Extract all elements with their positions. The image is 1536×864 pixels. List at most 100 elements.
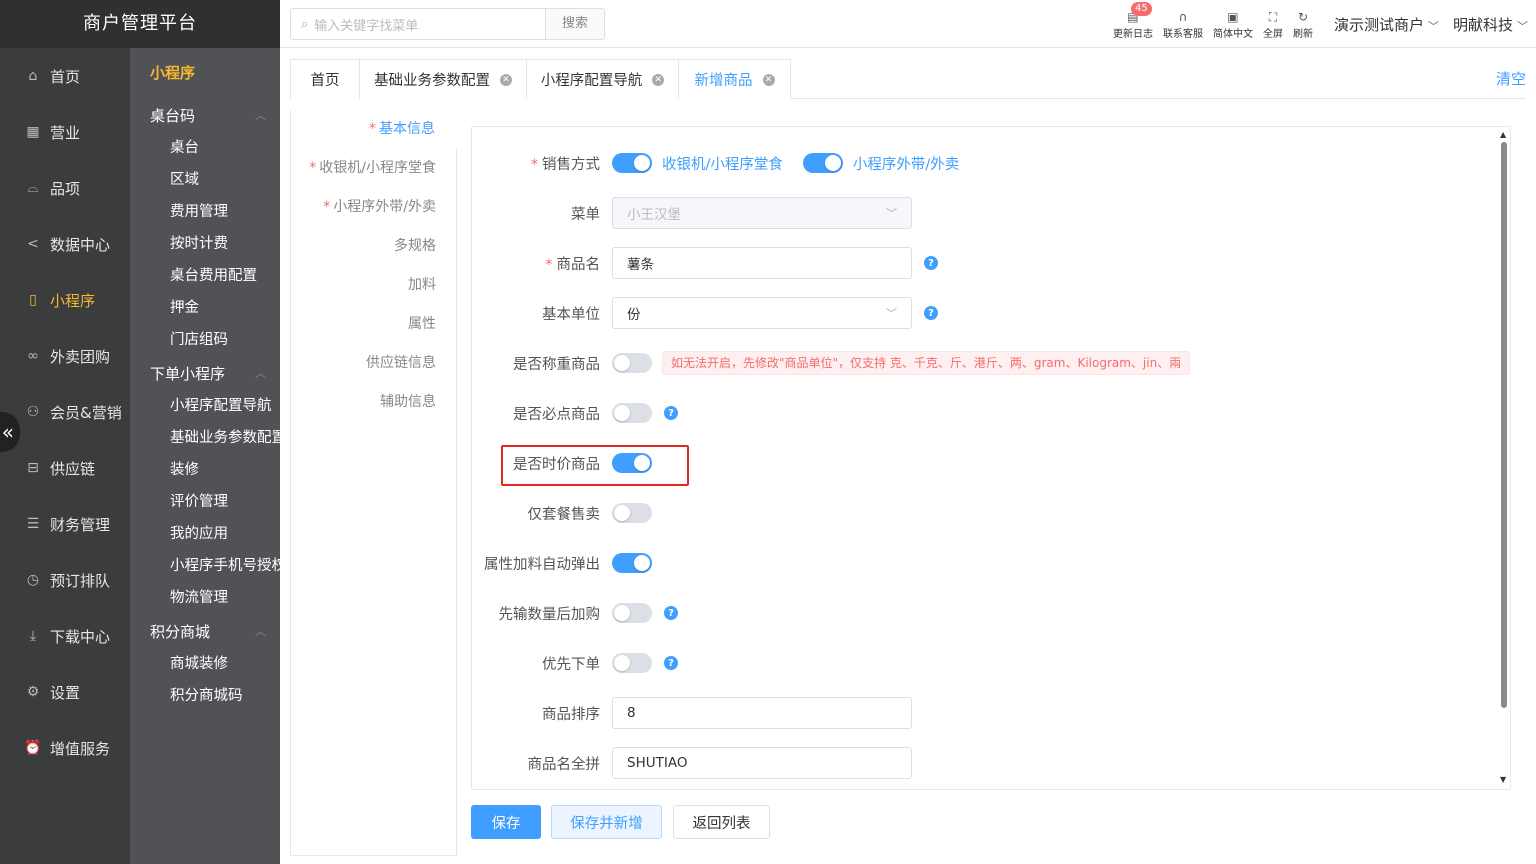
header-action-label: 刷新 bbox=[1292, 28, 1313, 40]
help-icon[interactable]: ? bbox=[924, 306, 938, 320]
save-button[interactable]: 保存 bbox=[471, 805, 541, 839]
scroll-down-icon[interactable]: ▼ bbox=[1500, 775, 1506, 784]
nav-item-7[interactable]: ⊟ 供应链 bbox=[0, 440, 130, 496]
section-nav-item[interactable]: 供应链信息 bbox=[291, 344, 456, 383]
close-icon[interactable]: ✕ bbox=[762, 73, 775, 86]
product-name-input[interactable]: 薯条 bbox=[612, 247, 912, 279]
subnav-item[interactable]: 我的应用 bbox=[130, 518, 280, 550]
header-refresh-button[interactable]: ↻ 刷新 bbox=[1293, 9, 1313, 40]
section-nav-item[interactable]: * 收银机/小程序堂食 bbox=[291, 149, 456, 188]
chevron-down-icon: ﹀ bbox=[1517, 19, 1528, 33]
priority-row: 优先下单 ? bbox=[472, 647, 678, 679]
auto-popup-toggle[interactable] bbox=[612, 553, 652, 573]
search-placeholder: 输入关键字找菜单 bbox=[314, 18, 419, 34]
nav-item-11[interactable]: ⚙ 设置 bbox=[0, 664, 130, 720]
nav-item-9[interactable]: ◷ 预订排队 bbox=[0, 552, 130, 608]
section-nav-item[interactable]: 加料 bbox=[291, 266, 456, 305]
set-only-toggle[interactable] bbox=[612, 503, 652, 523]
subnav-item[interactable]: 桌台 bbox=[130, 132, 280, 164]
help-icon[interactable]: ? bbox=[664, 606, 678, 620]
header-headset-button[interactable]: ∩ 联系客服 bbox=[1163, 9, 1203, 40]
nav-item-3[interactable]: < 数据中心 bbox=[0, 216, 130, 272]
subnav-item[interactable]: 费用管理 bbox=[130, 196, 280, 228]
nav-item-label: 品项 bbox=[50, 179, 81, 198]
subnav-item[interactable]: 门店组码 bbox=[130, 324, 280, 356]
tab-new-product[interactable]: 新增商品 ✕ bbox=[678, 59, 791, 99]
fullscreen-icon: ⛶ bbox=[1268, 9, 1278, 24]
section-nav: * 基本信息 * 收银机/小程序堂食 * 小程序外带/外卖多规格加料 属性 供应链信息辅助信息 bbox=[290, 110, 457, 856]
takeout-toggle[interactable] bbox=[802, 153, 843, 173]
clear-tabs-link[interactable]: 清空 bbox=[1496, 68, 1526, 89]
subnav-item[interactable]: 区域 bbox=[130, 164, 280, 196]
close-icon[interactable]: ✕ bbox=[500, 73, 512, 86]
phone-icon: ▯ bbox=[29, 292, 37, 308]
section-nav-label: 多规格 bbox=[394, 238, 436, 254]
company-select[interactable]: 明献科技 ﹀ bbox=[1453, 14, 1528, 35]
tab-home[interactable]: 首页 bbox=[290, 59, 360, 99]
subnav-item[interactable]: 押金 bbox=[130, 292, 280, 324]
nav-group[interactable]: 桌台码 ︿ bbox=[130, 98, 280, 132]
menu-select[interactable]: 小王汉堡 ﹀ bbox=[612, 197, 912, 229]
field-label: 菜单 bbox=[571, 206, 600, 223]
merchant-select[interactable]: 演示测试商户 ﹀ bbox=[1334, 14, 1439, 35]
sort-input[interactable]: 8 bbox=[612, 697, 912, 729]
nav-item-2[interactable]: ⌓ 品项 bbox=[0, 160, 130, 216]
section-nav-item[interactable]: 多规格 bbox=[291, 227, 456, 266]
subnav-item[interactable]: 小程序手机号授权 bbox=[130, 550, 280, 582]
nav-item-5[interactable]: ∞ 外卖团购 bbox=[0, 328, 130, 384]
back-to-list-button[interactable]: 返回列表 bbox=[673, 805, 770, 839]
form-scrollbar[interactable]: ▲ ▼ bbox=[1500, 130, 1508, 784]
help-icon[interactable]: ? bbox=[664, 656, 678, 670]
subnav-item[interactable]: 小程序配置导航 bbox=[130, 390, 280, 422]
secondary-sidebar: 小程序 桌台码 ︿ 桌台 区域 费用管理 按时计费 桌台费用配置 押金 门店组码 下单小程序 ︿ 小程… bbox=[130, 48, 280, 864]
subnav-item[interactable]: 基础业务参数配置 bbox=[130, 422, 280, 454]
search-button[interactable]: 搜索 bbox=[545, 8, 605, 40]
save-and-new-button[interactable]: 保存并新增 bbox=[551, 805, 662, 839]
qty-first-toggle[interactable] bbox=[612, 603, 652, 623]
priority-toggle[interactable] bbox=[612, 653, 652, 673]
scroll-up-icon[interactable]: ▲ bbox=[1500, 130, 1506, 139]
unit-select[interactable]: 份 ﹀ bbox=[612, 297, 912, 329]
nav-group[interactable]: 下单小程序 ︿ bbox=[130, 356, 280, 390]
section-nav-item[interactable]: * 小程序外带/外卖 bbox=[291, 188, 456, 227]
section-nav-item[interactable]: * 基本信息 bbox=[291, 110, 457, 149]
weighed-toggle[interactable] bbox=[612, 353, 652, 373]
subnav-item[interactable]: 桌台费用配置 bbox=[130, 260, 280, 292]
header-action-label: 简体中文 bbox=[1212, 28, 1253, 40]
scrollbar-thumb[interactable] bbox=[1501, 142, 1507, 708]
menu-search-input[interactable]: ⌕ 输入关键字找菜单 bbox=[290, 8, 546, 40]
help-icon[interactable]: ? bbox=[664, 406, 678, 420]
pinyin-input[interactable]: SHUTIAO bbox=[612, 747, 912, 779]
nav-group[interactable]: 积分商城 ︿ bbox=[130, 614, 280, 648]
tab-miniapp-nav[interactable]: 小程序配置导航 ✕ bbox=[526, 59, 679, 99]
subnav-item[interactable]: 评价管理 bbox=[130, 486, 280, 518]
dine-in-toggle[interactable] bbox=[612, 153, 652, 173]
download-icon: ⤓ bbox=[29, 628, 37, 644]
must-order-toggle[interactable] bbox=[612, 403, 652, 423]
subnav-item[interactable]: 装修 bbox=[130, 454, 280, 486]
header-action-label: 更新日志 bbox=[1112, 28, 1153, 40]
section-nav-item[interactable]: 属性 bbox=[291, 305, 456, 344]
nav-item-0[interactable]: ⌂ 首页 bbox=[0, 48, 130, 104]
nav-item-label: 财务管理 bbox=[50, 515, 111, 534]
nav-item-1[interactable]: ▦ 营业 bbox=[0, 104, 130, 160]
tab-basic-params[interactable]: 基础业务参数配置 ✕ bbox=[359, 59, 527, 99]
subnav-item[interactable]: 物流管理 bbox=[130, 582, 280, 614]
nav-item-label: 数据中心 bbox=[50, 235, 111, 254]
header-fullscreen-button[interactable]: ⛶ 全屏 bbox=[1263, 9, 1283, 40]
search-icon: ⌕ bbox=[301, 16, 309, 32]
close-icon[interactable]: ✕ bbox=[652, 73, 665, 86]
header-language-button[interactable]: ▣ 简体中文 bbox=[1213, 9, 1253, 40]
nav-item-8[interactable]: ☰ 财务管理 bbox=[0, 496, 130, 552]
section-nav-item[interactable]: 辅助信息 bbox=[291, 383, 456, 422]
bag-icon: ⌓ bbox=[27, 180, 39, 196]
subnav-item[interactable]: 按时计费 bbox=[130, 228, 280, 260]
section-nav-label: 辅助信息 bbox=[380, 394, 436, 410]
subnav-item[interactable]: 积分商城码 bbox=[130, 680, 280, 712]
nav-item-12[interactable]: ⏰ 增值服务 bbox=[0, 720, 130, 776]
nav-item-10[interactable]: ⤓ 下载中心 bbox=[0, 608, 130, 664]
help-icon[interactable]: ? bbox=[924, 256, 938, 270]
subnav-item[interactable]: 商城装修 bbox=[130, 648, 280, 680]
header-log-button[interactable]: ▤ 45 更新日志 bbox=[1112, 1, 1153, 40]
nav-item-4[interactable]: ▯ 小程序 bbox=[0, 272, 130, 328]
